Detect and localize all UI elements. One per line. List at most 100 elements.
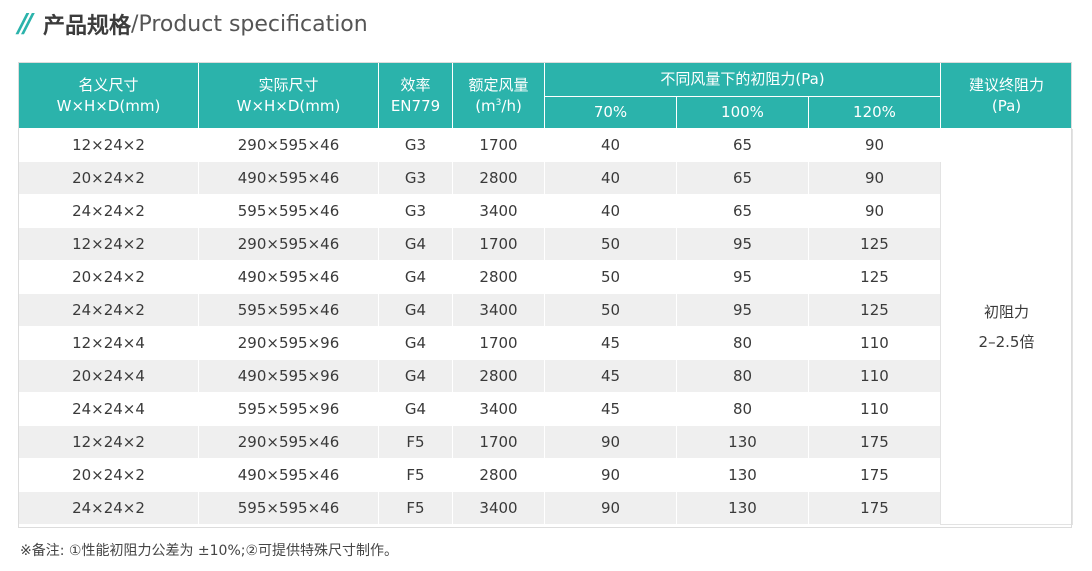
cell-resistance-70: 90 <box>544 458 677 492</box>
cell-resistance-100: 80 <box>676 392 809 426</box>
header-final-resistance-unit: (Pa) <box>991 96 1022 115</box>
cell-resistance-120: 90 <box>808 128 941 162</box>
cell-efficiency: G3 <box>378 128 453 162</box>
header-efficiency-label: 效率 <box>400 75 431 94</box>
cell-efficiency: G4 <box>378 260 453 294</box>
table-row: 12×24×2 290×595×46 G4 1700 50 95 125 <box>18 227 1073 261</box>
cell-resistance-100: 80 <box>676 326 809 360</box>
cell-resistance-70: 45 <box>544 392 677 426</box>
cell-efficiency: G4 <box>378 227 453 261</box>
cell-resistance-70: 90 <box>544 491 677 525</box>
cell-airflow: 2800 <box>452 458 545 492</box>
cell-resistance-70: 40 <box>544 161 677 195</box>
cell-resistance-100: 65 <box>676 194 809 228</box>
cell-resistance-120: 175 <box>808 425 941 459</box>
final-resistance-line1: 初阻力 <box>983 302 1029 321</box>
cell-actual-size: 490×595×46 <box>198 161 379 195</box>
cell-nominal-size: 20×24×2 <box>18 161 199 195</box>
table-row: 20×24×4 490×595×96 G4 2800 45 80 110 <box>18 359 1073 393</box>
header-actual-size-unit: W×H×D(mm) <box>236 96 341 115</box>
cell-actual-size: 290×595×46 <box>198 128 379 162</box>
cell-actual-size: 595×595×96 <box>198 392 379 426</box>
section-title: // 产品规格 / Product specification <box>18 8 368 40</box>
header-initial-resistance: 不同风量下的初阻力(Pa) <box>544 62 941 97</box>
header-100-percent: 100% <box>676 96 809 129</box>
cell-airflow: 2800 <box>452 260 545 294</box>
cell-efficiency: G4 <box>378 326 453 360</box>
table-row: 20×24×2 490×595×46 G4 2800 50 95 125 <box>18 260 1073 294</box>
cell-resistance-70: 90 <box>544 425 677 459</box>
cell-efficiency: G4 <box>378 359 453 393</box>
header-efficiency-standard: EN779 <box>390 96 441 115</box>
cell-nominal-size: 12×24×2 <box>18 425 199 459</box>
cell-airflow: 1700 <box>452 227 545 261</box>
cell-resistance-70: 50 <box>544 293 677 327</box>
cell-resistance-100: 130 <box>676 458 809 492</box>
cell-resistance-120: 175 <box>808 491 941 525</box>
cell-nominal-size: 20×24×2 <box>18 458 199 492</box>
cell-nominal-size: 20×24×4 <box>18 359 199 393</box>
cell-resistance-120: 125 <box>808 260 941 294</box>
cell-resistance-70: 50 <box>544 227 677 261</box>
table-row: 24×24×2 595×595×46 G4 3400 50 95 125 <box>18 293 1073 327</box>
cell-resistance-120: 90 <box>808 161 941 195</box>
cell-efficiency: F5 <box>378 425 453 459</box>
header-120-percent: 120% <box>808 96 941 129</box>
cell-airflow: 3400 <box>452 491 545 525</box>
cell-actual-size: 290×595×46 <box>198 227 379 261</box>
table-row: 12×24×2 290×595×46 G3 1700 40 65 90 初阻力 2–2.5倍 <box>18 128 1073 525</box>
spec-table: 名义尺寸 W×H×D(mm) 实际尺寸 W×H×D(mm) 效率 EN779 额… <box>18 62 1073 525</box>
cell-resistance-100: 95 <box>676 293 809 327</box>
cell-efficiency: G3 <box>378 194 453 228</box>
cell-resistance-100: 95 <box>676 227 809 261</box>
cell-nominal-size: 20×24×2 <box>18 260 199 294</box>
cell-resistance-120: 110 <box>808 359 941 393</box>
cell-airflow: 1700 <box>452 128 545 162</box>
table-row: 12×24×4 290×595×96 G4 1700 45 80 110 <box>18 326 1073 360</box>
header-actual-size: 实际尺寸 W×H×D(mm) <box>198 62 379 129</box>
header-final-resistance-label: 建议终阻力 <box>968 75 1044 94</box>
cell-nominal-size: 24×24×4 <box>18 392 199 426</box>
header-efficiency: 效率 EN779 <box>378 62 453 129</box>
header-airflow-unit: (m3/h) <box>475 96 522 115</box>
header-nominal-size: 名义尺寸 W×H×D(mm) <box>18 62 199 129</box>
header-nominal-size-unit: W×H×D(mm) <box>56 96 161 115</box>
title-en: Product specification <box>138 11 368 37</box>
cell-resistance-70: 45 <box>544 359 677 393</box>
cell-airflow: 1700 <box>452 425 545 459</box>
table-row: 20×24×2 490×595×46 G3 2800 40 65 90 <box>18 161 1073 195</box>
footnote: ※备注: ①性能初阻力公差为 ±10%;②可提供特殊尺寸制作。 <box>20 543 399 559</box>
cell-resistance-100: 65 <box>676 161 809 195</box>
cell-efficiency: F5 <box>378 458 453 492</box>
cell-actual-size: 290×595×96 <box>198 326 379 360</box>
cell-efficiency: G4 <box>378 392 453 426</box>
cell-resistance-120: 125 <box>808 227 941 261</box>
cell-resistance-120: 90 <box>808 194 941 228</box>
cell-actual-size: 595×595×46 <box>198 194 379 228</box>
cell-resistance-120: 125 <box>808 293 941 327</box>
cell-nominal-size: 24×24×2 <box>18 491 199 525</box>
table-row: 12×24×2 290×595×46 F5 1700 90 130 175 <box>18 425 1073 459</box>
header-70-percent: 70% <box>544 96 677 129</box>
cell-actual-size: 490×595×46 <box>198 458 379 492</box>
cell-resistance-70: 50 <box>544 260 677 294</box>
cell-resistance-100: 65 <box>676 128 809 162</box>
cell-actual-size: 595×595×46 <box>198 491 379 525</box>
header-actual-size-label: 实际尺寸 <box>258 75 319 94</box>
cell-resistance-120: 175 <box>808 458 941 492</box>
cell-resistance-70: 40 <box>544 194 677 228</box>
final-resistance-line2: 2–2.5倍 <box>978 332 1035 351</box>
table-row: 20×24×2 490×595×46 F5 2800 90 130 175 <box>18 458 1073 492</box>
cell-actual-size: 490×595×96 <box>198 359 379 393</box>
title-zh: 产品规格 <box>43 14 132 39</box>
cell-resistance-100: 95 <box>676 260 809 294</box>
table-row: 24×24×4 595×595×96 G4 3400 45 80 110 <box>18 392 1073 426</box>
cell-actual-size: 290×595×46 <box>198 425 379 459</box>
cell-resistance-100: 130 <box>676 491 809 525</box>
cell-resistance-100: 80 <box>676 359 809 393</box>
title-separator: / <box>131 11 139 37</box>
cell-resistance-120: 110 <box>808 326 941 360</box>
table-row: 24×24×2 595×595×46 G3 3400 40 65 90 <box>18 194 1073 228</box>
cell-efficiency: G3 <box>378 161 453 195</box>
cell-nominal-size: 12×24×4 <box>18 326 199 360</box>
